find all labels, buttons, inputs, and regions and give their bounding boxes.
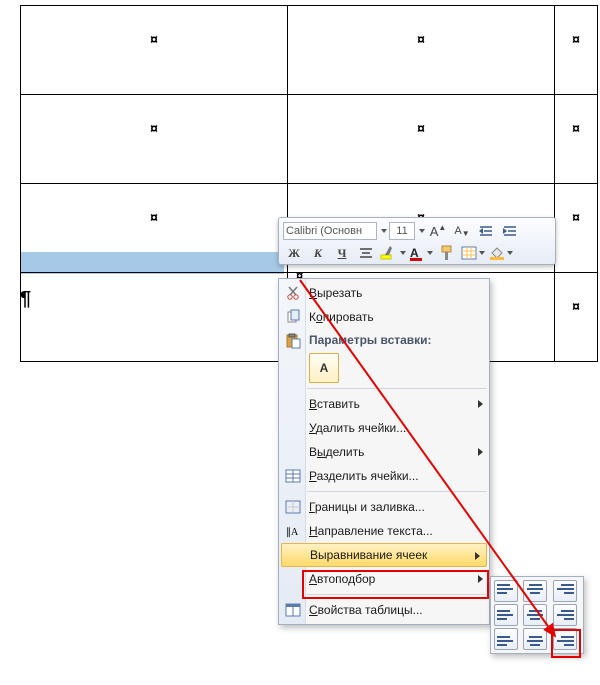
mini-toolbar: A▲ A▼ Ж К Ч A: [278, 217, 556, 265]
format-painter-button[interactable]: [436, 242, 458, 264]
align-middle-center[interactable]: [523, 604, 547, 626]
table-cell[interactable]: ¤: [288, 95, 555, 184]
highlight-button[interactable]: [379, 242, 407, 264]
menu-separator: [307, 594, 487, 595]
bold-button[interactable]: Ж: [283, 242, 305, 264]
menu-cell-alignment[interactable]: Выравнивание ячеек: [281, 543, 487, 567]
menu-borders-shading-label: Границы и заливка...: [309, 500, 425, 514]
borders-icon: [283, 497, 303, 517]
cut-icon: [283, 283, 303, 303]
align-center-button[interactable]: [355, 242, 377, 264]
grow-font-button[interactable]: A▲: [427, 220, 449, 242]
table-cell[interactable]: ¤: [21, 6, 288, 95]
context-menu: Вырезать Копировать Параметры вставки: A…: [278, 278, 490, 625]
menu-table-properties-label: Свойства таблицы...: [309, 603, 423, 617]
italic-button[interactable]: К: [307, 242, 329, 264]
table-cell[interactable]: ¤: [555, 273, 598, 362]
menu-delete-cells[interactable]: Удалить ячейки...: [279, 416, 489, 440]
table-cell[interactable]: ¤: [288, 6, 555, 95]
align-middle-left[interactable]: [494, 604, 518, 626]
menu-insert-label: Вставить: [309, 397, 360, 411]
align-top-right[interactable]: [553, 580, 577, 602]
table-properties-icon: [283, 600, 303, 620]
menu-separator: [307, 388, 487, 389]
table-cell[interactable]: ¤: [555, 184, 598, 273]
menu-text-direction[interactable]: ∥A Направление текста...: [279, 519, 489, 543]
menu-split-cells-label: Разделить ячейки...: [309, 469, 419, 483]
menu-paste-options-header: Параметры вставки:: [279, 329, 489, 351]
submenu-arrow-icon: [475, 552, 480, 560]
menu-copy-label: Копировать: [309, 310, 374, 324]
copy-icon: [283, 307, 303, 327]
paste-options-row: A: [279, 351, 489, 385]
shading-button[interactable]: [488, 242, 514, 264]
font-size-input[interactable]: [389, 222, 415, 240]
paste-option-keep-text[interactable]: A: [309, 353, 339, 383]
align-middle-right[interactable]: [553, 604, 577, 626]
font-size-dropdown-icon[interactable]: [419, 229, 425, 233]
font-color-button[interactable]: A: [409, 242, 434, 264]
insert-table-button[interactable]: [460, 242, 486, 264]
table-cell[interactable]: ¤: [555, 95, 598, 184]
menu-text-direction-label: Направление текста...: [309, 524, 433, 538]
submenu-arrow-icon: [478, 575, 483, 583]
menu-autofit-label: Автоподбор: [309, 572, 375, 586]
menu-copy[interactable]: Копировать: [279, 305, 489, 329]
menu-select-label: Выделить: [309, 445, 364, 459]
table-cell[interactable]: ¤: [21, 184, 288, 273]
menu-cut[interactable]: Вырезать: [279, 281, 489, 305]
cell-alignment-submenu: [490, 576, 584, 654]
increase-indent-button[interactable]: [499, 220, 521, 242]
menu-split-cells[interactable]: Разделить ячейки...: [279, 464, 489, 488]
paste-icon: [283, 331, 303, 351]
decrease-indent-button[interactable]: [475, 220, 497, 242]
menu-autofit[interactable]: Автоподбор: [279, 567, 489, 591]
table-cell[interactable]: ¤: [555, 6, 598, 95]
align-bottom-center[interactable]: [523, 628, 547, 650]
table-cell[interactable]: [21, 273, 288, 362]
menu-cell-alignment-label: Выравнивание ячеек: [310, 548, 427, 562]
font-name-dropdown-icon[interactable]: [381, 229, 387, 233]
split-cells-icon: [283, 466, 303, 486]
table-cell[interactable]: ¤: [21, 95, 288, 184]
menu-select[interactable]: Выделить: [279, 440, 489, 464]
align-top-left[interactable]: [494, 580, 518, 602]
align-top-center[interactable]: [523, 580, 547, 602]
font-name-input[interactable]: [283, 222, 377, 240]
submenu-arrow-icon: [478, 400, 483, 408]
align-bottom-right[interactable]: [553, 628, 577, 650]
align-bottom-left[interactable]: [494, 628, 518, 650]
text-direction-icon: ∥A: [283, 521, 303, 541]
menu-table-properties[interactable]: Свойства таблицы...: [279, 598, 489, 622]
menu-delete-cells-label: Удалить ячейки...: [309, 421, 406, 435]
menu-paste-options-label: Параметры вставки:: [309, 333, 432, 347]
shrink-font-button[interactable]: A▼: [451, 220, 473, 242]
submenu-arrow-icon: [478, 448, 483, 456]
menu-borders-shading[interactable]: Границы и заливка...: [279, 495, 489, 519]
underline-button[interactable]: Ч: [331, 242, 353, 264]
menu-insert[interactable]: Вставить: [279, 392, 489, 416]
menu-cut-label: Вырезать: [309, 286, 362, 300]
menu-separator: [307, 491, 487, 492]
svg-text:∥A: ∥A: [286, 527, 299, 538]
